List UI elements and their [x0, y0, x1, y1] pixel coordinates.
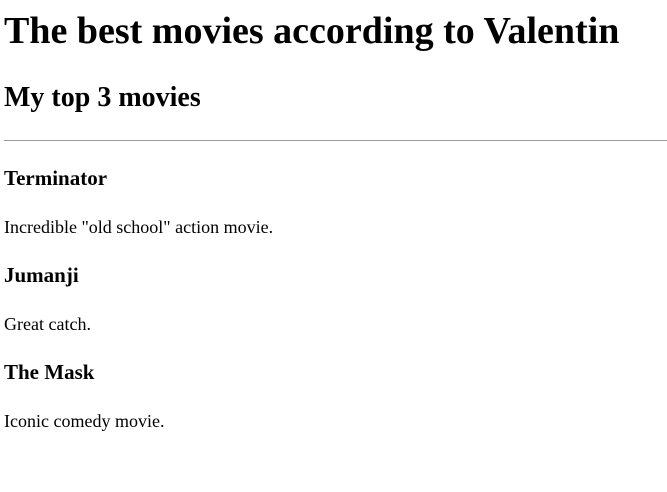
section-heading: My top 3 movies [4, 82, 201, 113]
page-title: The best movies according to Valentin [4, 10, 620, 52]
movie-description-the-mask: Iconic comedy movie. [4, 411, 165, 431]
movie-title-terminator: Terminator [4, 166, 108, 190]
movie-description-jumanji: Great catch. [4, 314, 91, 334]
movie-title-jumanji: Jumanji [4, 263, 79, 287]
movie-description-terminator: Incredible "old school" action movie. [4, 217, 274, 237]
divider [4, 140, 667, 141]
movie-title-the-mask: The Mask [4, 360, 95, 384]
